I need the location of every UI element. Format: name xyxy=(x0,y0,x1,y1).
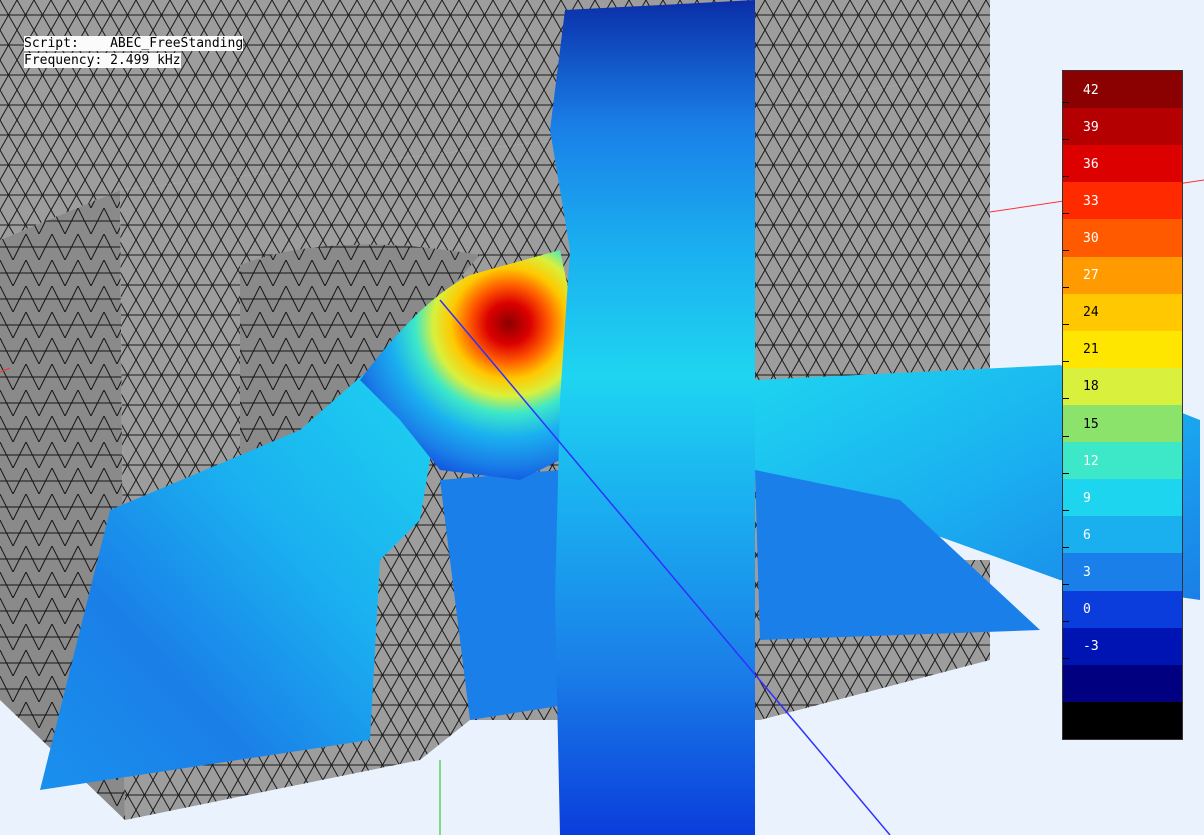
legend-tick-label: 42 xyxy=(1083,82,1099,98)
legend-tick-mark xyxy=(1063,361,1069,363)
legend-tick-mark xyxy=(1063,101,1069,103)
legend-band xyxy=(1063,553,1182,592)
legend-band xyxy=(1063,293,1182,332)
pressure-slice-vertical xyxy=(550,0,755,835)
legend-tick-mark xyxy=(1063,546,1069,548)
legend-tick-label: 9 xyxy=(1083,490,1091,506)
legend-band xyxy=(1063,516,1182,554)
legend-tick-label: 18 xyxy=(1083,379,1099,395)
legend-tick-label: 12 xyxy=(1083,453,1099,469)
legend-tick-label: -3 xyxy=(1083,639,1099,655)
script-label: Script: xyxy=(24,36,79,51)
legend-tick-mark xyxy=(1063,621,1069,623)
legend-tick-label: 36 xyxy=(1083,156,1099,172)
legend-tick-label: 30 xyxy=(1083,231,1099,246)
legend-tick-mark xyxy=(1063,138,1069,140)
legend-tick-label: 0 xyxy=(1083,602,1091,618)
frequency-row: Frequency: 2.499 kHz xyxy=(24,52,243,69)
color-legend: 42 39 36 33 30 27 24 21 18 15 12 9 6 3 0 -3 xyxy=(1062,70,1183,740)
legend-tick-label: 39 xyxy=(1083,119,1099,135)
legend-tick-mark xyxy=(1063,658,1069,660)
legend-tick-mark xyxy=(1063,398,1069,400)
legend-tick-mark xyxy=(1063,509,1069,511)
legend-band xyxy=(1063,627,1182,666)
script-value: ABEC_FreeStanding xyxy=(110,36,244,51)
script-row: Script: ABEC_FreeStanding xyxy=(24,35,244,52)
frequency-label: Frequency: xyxy=(24,53,103,68)
legend-tick-label: 27 xyxy=(1083,268,1099,284)
legend-band xyxy=(1063,108,1182,146)
frequency-value: 2.499 kHz xyxy=(110,53,181,68)
legend-band xyxy=(1063,330,1182,369)
legend-band xyxy=(1063,664,1182,703)
info-overlay: Script: ABEC_FreeStanding Frequency: 2.4… xyxy=(24,35,244,69)
legend-tick-label: 33 xyxy=(1083,193,1099,209)
legend-tick-mark xyxy=(1063,250,1069,251)
legend-band xyxy=(1063,182,1182,220)
legend-tick-mark xyxy=(1063,435,1069,437)
legend-band xyxy=(1063,405,1182,443)
legend-tick-mark xyxy=(1063,175,1069,177)
legend-tick-label: 6 xyxy=(1083,527,1091,543)
legend-band xyxy=(1063,479,1182,517)
legend-tick-label: 15 xyxy=(1083,416,1099,432)
3d-viewport[interactable]: Script: ABEC_FreeStanding Frequency: 2.4… xyxy=(0,0,1204,835)
legend-tick-label: 3 xyxy=(1083,565,1091,580)
legend-tick-mark xyxy=(1063,324,1069,326)
legend-band xyxy=(1063,367,1182,406)
legend-band xyxy=(1063,71,1182,109)
legend-tick-mark xyxy=(1063,472,1069,474)
legend-band xyxy=(1063,256,1182,295)
legend-band xyxy=(1063,219,1182,258)
legend-band xyxy=(1063,145,1182,183)
legend-band xyxy=(1063,590,1182,629)
legend-tick-label: 24 xyxy=(1083,305,1099,321)
legend-tick-label: 21 xyxy=(1083,342,1099,358)
legend-tick-mark xyxy=(1063,287,1069,289)
legend-band xyxy=(1063,701,1182,740)
legend-tick-mark xyxy=(1063,584,1069,585)
legend-band xyxy=(1063,442,1182,480)
legend-tick-mark xyxy=(1063,212,1069,214)
scene-svg[interactable] xyxy=(0,0,1204,835)
